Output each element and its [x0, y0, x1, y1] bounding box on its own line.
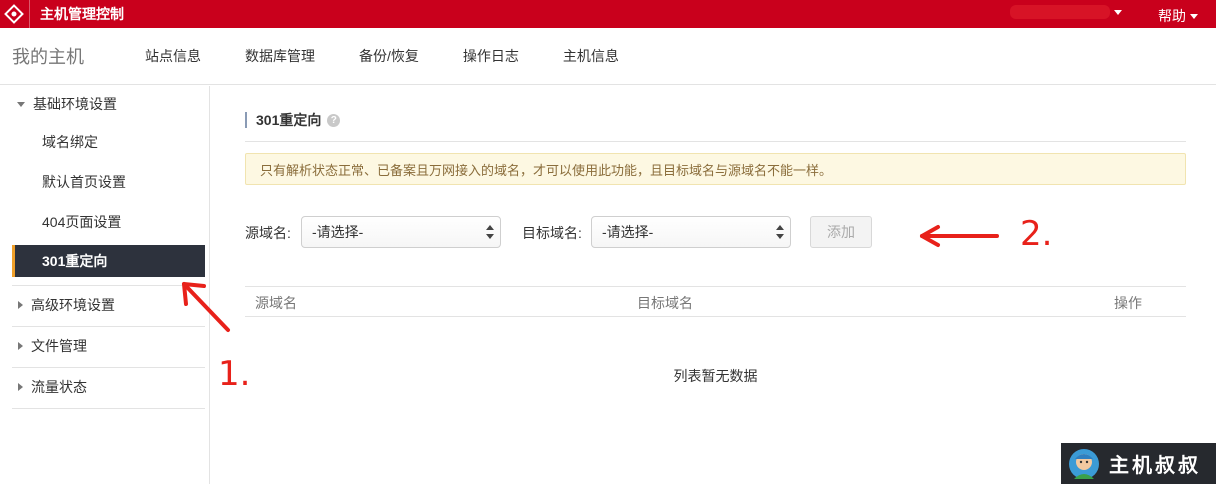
- annotation-step-2: 2.: [1020, 214, 1053, 254]
- watermark: 主机叔叔: [1061, 443, 1216, 484]
- arrow-to-301-item: [182, 282, 230, 332]
- watermark-text: 主机叔叔: [1109, 453, 1201, 477]
- mascot-avatar-icon: [1069, 448, 1099, 479]
- annotation-step-1: 1.: [218, 354, 251, 394]
